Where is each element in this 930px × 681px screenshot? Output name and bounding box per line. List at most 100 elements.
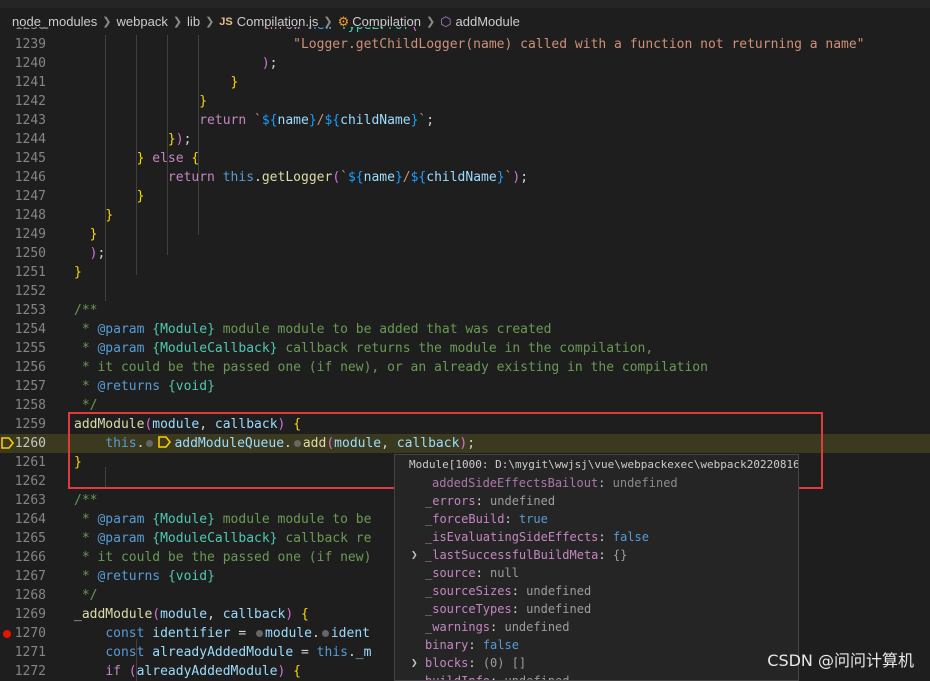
code-line[interactable]: 1243 return `${name}/${childName}`; bbox=[0, 111, 930, 130]
property-name: _sourceTypes bbox=[425, 602, 512, 616]
line-number: 1260 bbox=[14, 436, 46, 451]
line-number: 1259 bbox=[14, 417, 46, 432]
line-number: 1254 bbox=[14, 322, 46, 337]
property-value: (0) [] bbox=[482, 656, 527, 670]
property-value: undefined bbox=[504, 620, 570, 634]
hover-property-row[interactable]: _errors: undefined bbox=[395, 492, 798, 510]
property-separator: : bbox=[598, 548, 613, 562]
chevron-right-icon[interactable]: ❯ bbox=[411, 546, 418, 564]
code-text: "Logger.getChildLogger(name) called with… bbox=[293, 37, 865, 52]
property-value: false bbox=[612, 530, 649, 544]
property-value: true bbox=[518, 512, 548, 526]
property-name: _lastSuccessfulBuildMeta bbox=[425, 548, 599, 562]
line-number: 1269 bbox=[14, 607, 46, 622]
line-number: 1248 bbox=[14, 208, 46, 223]
line-number: 1253 bbox=[14, 303, 46, 318]
chevron-right-icon[interactable]: ❯ bbox=[411, 654, 418, 672]
inline-value-dot-icon bbox=[321, 630, 329, 637]
line-number: 1265 bbox=[14, 531, 46, 546]
inline-value-dot-icon bbox=[256, 630, 264, 637]
code-line[interactable]: 1238 throw new TypeError( bbox=[0, 27, 930, 35]
line-number: 1243 bbox=[14, 113, 46, 128]
property-value: undefined bbox=[526, 584, 592, 598]
hover-property-row[interactable]: binary: false bbox=[395, 636, 798, 654]
code-text: } bbox=[89, 227, 98, 242]
code-line[interactable]: 1250 ); bbox=[0, 244, 930, 263]
code-line[interactable]: 1249 } bbox=[0, 225, 930, 244]
line-number: 1257 bbox=[14, 379, 46, 394]
line-number: 1264 bbox=[14, 512, 46, 527]
code-text: throw new TypeError( bbox=[74, 27, 419, 35]
hover-property-row[interactable]: _sourceSizes: undefined bbox=[395, 582, 798, 600]
hover-property-row[interactable]: _source: null bbox=[395, 564, 798, 582]
line-number: 1258 bbox=[14, 398, 46, 413]
indent-guide bbox=[167, 35, 168, 255]
property-value: false bbox=[482, 638, 519, 652]
code-line[interactable]: 1239 "Logger.getChildLogger(name) called… bbox=[0, 35, 930, 54]
code-line[interactable]: 1253 /** bbox=[0, 301, 930, 320]
property-value: undefined bbox=[612, 476, 678, 490]
property-name: buildInfo bbox=[425, 674, 491, 681]
hover-property-row[interactable]: _warnings: undefined bbox=[395, 618, 798, 636]
code-line[interactable]: 1242 } bbox=[0, 92, 930, 111]
hover-property-row[interactable]: ❯ blocks: (0) [] bbox=[395, 654, 798, 672]
line-number: 1241 bbox=[14, 75, 46, 90]
line-number: 1261 bbox=[14, 455, 46, 470]
hover-property-row[interactable]: _sourceTypes: undefined bbox=[395, 600, 798, 618]
code-text: * @returns {void} bbox=[74, 379, 215, 394]
line-number: 1249 bbox=[14, 227, 46, 242]
code-line[interactable]: 1251} bbox=[0, 263, 930, 282]
code-line[interactable]: 1255 * @param {ModuleCallback} callback … bbox=[0, 339, 930, 358]
code-line[interactable]: 1257 * @returns {void} bbox=[0, 377, 930, 396]
line-number: 1272 bbox=[14, 664, 46, 679]
code-line[interactable]: 1244 }); bbox=[0, 130, 930, 149]
property-separator: : bbox=[511, 584, 527, 598]
property-value: undefined bbox=[490, 494, 556, 508]
hover-property-row[interactable]: addedSideEffectsBailout: undefined bbox=[395, 474, 798, 492]
property-separator: : bbox=[598, 530, 613, 544]
line-number: 1267 bbox=[14, 569, 46, 584]
code-text: * @returns {void} bbox=[74, 569, 215, 584]
code-text: } bbox=[199, 94, 208, 109]
code-text: _addModule(module, callback) { bbox=[74, 607, 309, 622]
code-text: return this.getLogger(`${name}/${childNa… bbox=[167, 170, 529, 185]
code-text: * it could be the passed one (if new), o… bbox=[74, 360, 708, 375]
code-text: /** bbox=[74, 493, 98, 508]
code-line[interactable]: 1248 } bbox=[0, 206, 930, 225]
property-name: binary bbox=[425, 638, 469, 652]
code-line[interactable]: 1247 } bbox=[0, 187, 930, 206]
property-name: _source bbox=[425, 566, 476, 580]
property-name: _sourceSizes bbox=[425, 584, 512, 598]
code-text: * it could be the passed one (if new) bbox=[74, 550, 372, 565]
hover-property-row[interactable]: ❯ _lastSuccessfulBuildMeta: {} bbox=[395, 546, 798, 564]
property-value: undefined bbox=[526, 602, 592, 616]
property-value: undefined bbox=[504, 674, 570, 681]
hover-property-row[interactable]: _isEvaluatingSideEffects: false bbox=[395, 528, 798, 546]
line-number: 1268 bbox=[14, 588, 46, 603]
line-number: 1247 bbox=[14, 189, 46, 204]
code-text: } bbox=[74, 265, 82, 280]
property-separator: : bbox=[475, 494, 491, 508]
indent-guide bbox=[136, 35, 137, 275]
property-separator: : bbox=[490, 620, 505, 634]
debug-hover-widget[interactable]: Module[1000: D:\mygit\wwjsj\vue\webpacke… bbox=[394, 454, 799, 681]
code-line[interactable]: 1241 } bbox=[0, 73, 930, 92]
property-value: null bbox=[490, 566, 519, 580]
indent-guide bbox=[105, 35, 106, 301]
hover-property-row[interactable]: buildInfo: undefined bbox=[395, 672, 798, 681]
code-line[interactable]: 1252 bbox=[0, 282, 930, 301]
code-line[interactable]: 1246 return this.getLogger(`${name}/${ch… bbox=[0, 168, 930, 187]
code-text: } bbox=[136, 189, 145, 204]
watermark: CSDN @问问计算机 bbox=[767, 651, 914, 670]
code-text: }); bbox=[167, 132, 192, 147]
hover-property-row[interactable]: _forceBuild: true bbox=[395, 510, 798, 528]
hover-header: Module[1000: D:\mygit\wwjsj\vue\webpacke… bbox=[409, 458, 798, 471]
code-line[interactable]: 1245 } else { bbox=[0, 149, 930, 168]
code-line[interactable]: 1256 * it could be the passed one (if ne… bbox=[0, 358, 930, 377]
code-text: const identifier = module. ident bbox=[105, 626, 370, 641]
code-line[interactable]: 1240 ); bbox=[0, 54, 930, 73]
line-number: 1263 bbox=[14, 493, 46, 508]
code-text: } bbox=[105, 208, 114, 223]
property-separator: : bbox=[504, 512, 519, 526]
code-line[interactable]: 1254 * @param {Module} module module to … bbox=[0, 320, 930, 339]
